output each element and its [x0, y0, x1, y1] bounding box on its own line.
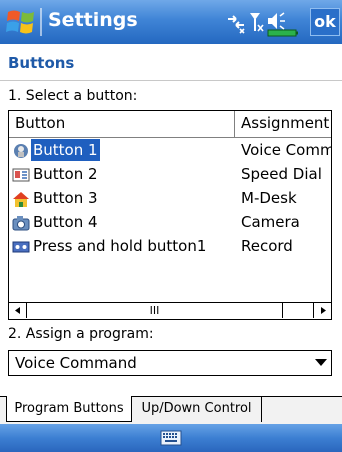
button-assignment: Speed Dial [241, 165, 322, 183]
tab-bar: Program Buttons Up/Down Control [0, 396, 342, 425]
battery-icon [267, 29, 298, 37]
button-assignment: Camera [241, 213, 300, 231]
record-icon [12, 241, 30, 253]
horizontal-scrollbar[interactable]: III [9, 302, 331, 319]
list-row-button-2[interactable]: Button 2 Speed Dial [9, 163, 331, 187]
scroll-right-button[interactable] [313, 303, 331, 318]
page-title: Buttons [8, 54, 75, 72]
button-assignment: M-Desk [241, 189, 297, 207]
assign-program-label: 2. Assign a program: [8, 326, 154, 342]
list-header: Button Assignment [9, 111, 331, 138]
button-assignment: Voice Comm [241, 141, 332, 159]
button-name: Button 3 [33, 189, 98, 207]
button-assignment: Record [241, 237, 293, 255]
select-button-label: 1. Select a button: [8, 88, 138, 104]
signal-icon [250, 13, 264, 32]
tab-program-buttons[interactable]: Program Buttons [6, 396, 132, 422]
volume-icon [268, 12, 285, 30]
button-name: Button 1 [31, 139, 100, 161]
camera-icon [12, 216, 30, 231]
title-bar: Settings ok [0, 0, 342, 44]
list-row-button-4[interactable]: Button 4 Camera [9, 211, 331, 235]
tab-up-down-control[interactable]: Up/Down Control [132, 396, 262, 422]
program-select[interactable]: Voice Command [8, 350, 332, 376]
arrow-left-icon [15, 307, 20, 314]
app-title: Settings [48, 9, 138, 31]
list-row-press-hold[interactable]: Press and hold button1 Record [9, 235, 331, 259]
chevron-down-icon [315, 359, 327, 366]
column-header-button[interactable]: Button [9, 111, 235, 137]
heading-divider [0, 80, 342, 81]
button-name: Button 4 [33, 213, 98, 231]
button-name: Press and hold button1 [33, 237, 207, 255]
connectivity-icon [228, 15, 245, 34]
ok-button[interactable]: ok [310, 8, 340, 36]
voice-command-icon [14, 144, 28, 158]
speed-dial-icon [12, 168, 30, 182]
button-name: Button 2 [33, 165, 98, 183]
mdesk-house-icon [13, 192, 29, 207]
list-row-button-3[interactable]: Button 3 M-Desk [9, 187, 331, 211]
title-separator [40, 8, 42, 36]
scroll-left-button[interactable] [9, 303, 27, 318]
list-row-button-1[interactable]: Button 1 Voice Comm [9, 139, 331, 163]
scroll-thumb[interactable]: III [27, 303, 283, 318]
program-select-value: Voice Command [15, 354, 137, 372]
button-list[interactable]: Button Assignment Button 1 Voice Comm Bu… [8, 110, 332, 320]
arrow-right-icon [321, 307, 326, 314]
windows-start-icon[interactable] [4, 6, 38, 38]
column-header-assignment[interactable]: Assignment [235, 111, 331, 137]
bottom-menu-bar [0, 424, 342, 452]
keyboard-icon[interactable] [160, 429, 182, 447]
status-icons[interactable] [226, 7, 306, 37]
